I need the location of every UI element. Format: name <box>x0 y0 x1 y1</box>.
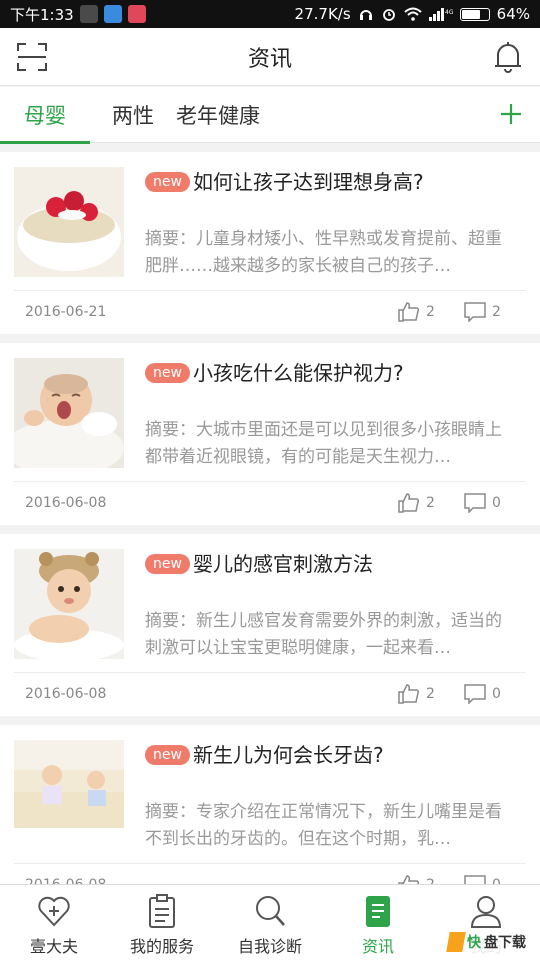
alarm-icon <box>382 9 395 21</box>
article-card[interactable]: new 新生儿为何会长牙齿? 摘要：专家介绍在正常情况下，新生儿嘴里是看不到长出… <box>0 725 540 907</box>
notification-app-icon <box>127 5 146 23</box>
article-summary: 摘要：新生儿感官发育需要外界的刺激，适当的刺激可以让宝宝更聪明健康，一起来看… <box>145 611 502 658</box>
thumbs-up-icon <box>398 493 420 513</box>
app-header: 资讯 <box>0 28 540 86</box>
new-badge: new <box>145 172 190 192</box>
document-icon <box>366 896 390 927</box>
like-count: 2 <box>426 495 435 511</box>
page-title: 资讯 <box>247 46 292 72</box>
wifi-icon <box>403 7 422 21</box>
battery-icon <box>459 7 490 21</box>
nav-label: 壹大夫 <box>29 937 78 956</box>
thumbs-up-icon <box>398 302 420 322</box>
article-summary: 摘要：儿童身材矮小、性早熟或发育提前、超重肥胖……越来越多的家长被自己的孩子… <box>145 229 502 276</box>
divider <box>14 481 526 482</box>
comment-count: 0 <box>492 686 501 702</box>
article-title[interactable]: 如何让孩子达到理想身高? <box>193 166 424 195</box>
watermark-text: 盘下载 <box>484 935 526 951</box>
comment-icon <box>464 684 486 704</box>
article-title[interactable]: 婴儿的感官刺激方法 <box>193 548 373 577</box>
article-date: 2016-06-21 <box>25 304 107 320</box>
status-time: 下午1:33 <box>10 5 74 24</box>
article-summary: 摘要：专家介绍在正常情况下，新生儿嘴里是看不到长出的牙齿的。但在这个时期，乳… <box>145 802 502 849</box>
heart-plus-icon <box>38 896 70 927</box>
article-title[interactable]: 小孩吃什么能保护视力? <box>193 357 404 386</box>
article-list: new 如何让孩子达到理想身高? 摘要：儿童身材矮小、性早熟或发育提前、超重肥胖… <box>0 152 540 916</box>
notification-app-icon <box>103 5 122 23</box>
divider <box>14 290 526 291</box>
comment-count: 0 <box>492 495 501 511</box>
headset-icon <box>359 10 372 20</box>
watermark-logo-icon <box>446 932 466 952</box>
scan-icon[interactable] <box>16 41 48 73</box>
like-count: 2 <box>426 304 435 320</box>
article-thumbnail <box>14 549 124 659</box>
category-tabs: 母婴 两性 老年健康 <box>0 87 540 144</box>
clipboard-icon <box>149 894 175 928</box>
comment-button[interactable]: 2 <box>464 302 501 322</box>
tab-sexual-health[interactable]: 两性 <box>90 87 176 143</box>
article-card[interactable]: new 如何让孩子达到理想身高? 摘要：儿童身材矮小、性早熟或发育提前、超重肥胖… <box>0 152 540 334</box>
new-badge: new <box>145 363 190 383</box>
comment-button[interactable]: 0 <box>464 684 501 704</box>
comment-button[interactable]: 0 <box>464 493 501 513</box>
like-button[interactable]: 2 <box>398 302 435 322</box>
like-button[interactable]: 2 <box>398 684 435 704</box>
new-badge: new <box>145 745 190 765</box>
network-speed: 27.7K/s <box>294 5 351 23</box>
nav-item-news[interactable]: 资讯 <box>324 885 432 960</box>
like-button[interactable]: 2 <box>398 493 435 513</box>
bell-icon[interactable] <box>492 40 524 74</box>
like-count: 2 <box>426 686 435 702</box>
battery-percent: 64% <box>496 5 530 23</box>
nav-label: 资讯 <box>361 937 394 956</box>
watermark-text: 快 <box>467 935 481 951</box>
add-category-icon[interactable] <box>496 99 526 129</box>
article-summary: 摘要：大城市里面还是可以见到很多小孩眼睛上都带着近视眼镜，有的可能是天生视力… <box>145 420 502 467</box>
nav-label: 我的服务 <box>129 937 194 956</box>
status-bar: 下午1:33 27.7K/s 4G 64% <box>0 0 540 28</box>
article-thumbnail <box>14 740 124 850</box>
nav-item-doctor[interactable]: 壹大夫 <box>0 885 108 960</box>
signal-icon: 4G <box>428 8 453 21</box>
notification-app-icon <box>79 5 98 23</box>
comment-icon <box>464 493 486 513</box>
tab-maternal-infant[interactable]: 母婴 <box>0 87 90 144</box>
article-date: 2016-06-08 <box>25 686 107 702</box>
svg-text:4G: 4G <box>445 9 453 16</box>
article-card[interactable]: new 婴儿的感官刺激方法 摘要：新生儿感官发育需要外界的刺激，适当的刺激可以让… <box>0 534 540 716</box>
nav-label: 自我诊断 <box>237 937 302 956</box>
article-thumbnail <box>14 167 124 277</box>
divider <box>14 863 526 864</box>
nav-item-my-service[interactable]: 我的服务 <box>108 885 216 960</box>
nav-item-self-diagnosis[interactable]: 自我诊断 <box>216 885 324 960</box>
article-title[interactable]: 新生儿为何会长牙齿? <box>193 739 384 768</box>
article-thumbnail <box>14 358 124 468</box>
search-icon <box>256 896 285 926</box>
article-date: 2016-06-08 <box>25 495 107 511</box>
tab-elderly-health[interactable]: 老年健康 <box>176 87 282 143</box>
divider <box>14 672 526 673</box>
user-icon <box>470 896 502 928</box>
watermark-logo: 快 盘下载 <box>446 928 534 956</box>
comment-count: 2 <box>492 304 501 320</box>
article-card[interactable]: new 小孩吃什么能保护视力? 摘要：大城市里面还是可以见到很多小孩眼睛上都带着… <box>0 343 540 525</box>
comment-icon <box>464 302 486 322</box>
new-badge: new <box>145 554 190 574</box>
thumbs-up-icon <box>398 684 420 704</box>
